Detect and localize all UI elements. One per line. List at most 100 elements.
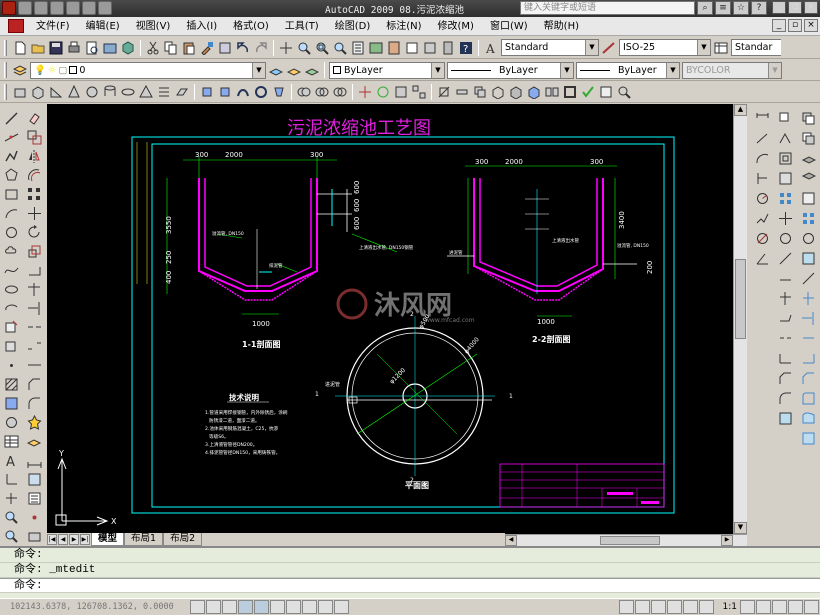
- cut-icon[interactable]: [145, 40, 161, 56]
- region-blue-icon[interactable]: [800, 390, 816, 406]
- command-input[interactable]: 命令:: [0, 578, 820, 593]
- locate-point-icon[interactable]: [26, 509, 42, 525]
- intersect-icon[interactable]: [332, 84, 348, 100]
- undo-arrow-icon[interactable]: [235, 40, 251, 56]
- break-blue-icon[interactable]: [800, 330, 816, 346]
- clean-icon[interactable]: [598, 84, 614, 100]
- 3d-array-icon[interactable]: [411, 84, 427, 100]
- layout-toggle[interactable]: [634, 600, 650, 614]
- restore-button[interactable]: ▫: [788, 1, 802, 14]
- menu-insert[interactable]: 插入(I): [178, 17, 225, 36]
- stretch-right-icon[interactable]: [777, 270, 793, 286]
- copy-icon[interactable]: [163, 40, 179, 56]
- insert-block-icon[interactable]: [3, 319, 19, 335]
- chamfer-blue-icon[interactable]: [800, 370, 816, 386]
- cone-icon[interactable]: [66, 84, 82, 100]
- open-file-icon[interactable]: [30, 40, 46, 56]
- vertical-scroll-thumb[interactable]: [735, 259, 746, 339]
- jogged-dim-icon[interactable]: [754, 210, 770, 226]
- pan-realtime-icon[interactable]: [3, 490, 19, 506]
- search-icon[interactable]: ⌕: [697, 1, 713, 15]
- subtract-icon[interactable]: [314, 84, 330, 100]
- drawing-icon[interactable]: [8, 19, 24, 33]
- explode-right-icon[interactable]: [777, 410, 793, 426]
- extrude-icon[interactable]: [199, 84, 215, 100]
- layer-previous-icon[interactable]: [286, 62, 302, 78]
- calculator-icon[interactable]: [440, 40, 456, 56]
- text-style-icon[interactable]: A: [483, 40, 499, 56]
- arc-icon[interactable]: [3, 205, 19, 221]
- torus-icon[interactable]: [120, 84, 136, 100]
- design-center-icon[interactable]: [368, 40, 384, 56]
- ortho-toggle[interactable]: [222, 600, 237, 614]
- paste-icon[interactable]: [181, 40, 197, 56]
- linear-dim-icon[interactable]: [754, 110, 770, 126]
- diameter-dim-icon[interactable]: [754, 230, 770, 246]
- sheet-set-icon[interactable]: [404, 40, 420, 56]
- edit-solid-icon[interactable]: [616, 84, 632, 100]
- qp-toggle[interactable]: [334, 600, 349, 614]
- doc-close-button[interactable]: ×: [804, 19, 818, 32]
- favorites-icon[interactable]: ☆: [733, 1, 749, 15]
- rotate-right-icon[interactable]: [777, 230, 793, 246]
- pan-status-icon[interactable]: [650, 600, 666, 614]
- save-file-icon[interactable]: [48, 40, 64, 56]
- mirror-right-icon[interactable]: [777, 130, 793, 146]
- send-back-icon[interactable]: [800, 130, 816, 146]
- sphere-icon[interactable]: [84, 84, 100, 100]
- array-icon[interactable]: [26, 186, 42, 202]
- polygon-icon[interactable]: [3, 167, 19, 183]
- horizontal-scroll-thumb[interactable]: [600, 536, 660, 545]
- menu-format[interactable]: 格式(O): [225, 17, 277, 36]
- extend-icon[interactable]: [26, 300, 42, 316]
- zoom-left-icon[interactable]: [3, 509, 19, 525]
- rotate-icon[interactable]: [26, 224, 42, 240]
- distance-icon[interactable]: [26, 452, 42, 468]
- table-style-select[interactable]: Standar: [731, 39, 781, 56]
- lwt-toggle[interactable]: [318, 600, 333, 614]
- pan-icon[interactable]: [278, 40, 294, 56]
- multiline-text-icon[interactable]: A: [3, 452, 19, 468]
- annotation-visibility-icon[interactable]: [740, 600, 755, 614]
- zoom-extents-icon[interactable]: [3, 528, 19, 544]
- save-icon[interactable]: [50, 1, 64, 15]
- dim-style-select[interactable]: ISO-25 ▼: [619, 39, 711, 56]
- annotation-scale[interactable]: 1:1: [723, 602, 737, 612]
- menu-window[interactable]: 窗口(W): [482, 17, 536, 36]
- offset-right-icon[interactable]: [777, 150, 793, 166]
- 3d-move-icon[interactable]: [357, 84, 373, 100]
- tab-first-button[interactable]: |◀: [47, 534, 57, 545]
- tab-next-button[interactable]: ▶: [69, 534, 79, 545]
- mirror-icon[interactable]: [26, 148, 42, 164]
- menu-help[interactable]: 帮助(H): [536, 17, 587, 36]
- print-icon[interactable]: [66, 40, 82, 56]
- copy-object-icon[interactable]: [26, 129, 42, 145]
- layer-states-icon[interactable]: [304, 62, 320, 78]
- loft-icon[interactable]: [271, 84, 287, 100]
- new-icon[interactable]: [18, 1, 32, 15]
- text-style-select[interactable]: Standard ▼: [501, 39, 599, 56]
- table-style-icon[interactable]: [713, 40, 729, 56]
- vertical-scrollbar[interactable]: ▲ ▼: [733, 104, 747, 534]
- markup-icon[interactable]: [422, 40, 438, 56]
- move-right-icon[interactable]: [777, 210, 793, 226]
- extend-blue-icon[interactable]: [800, 310, 816, 326]
- join-right-icon[interactable]: [777, 350, 793, 366]
- drawing-canvas[interactable]: 污泥浓缩池工艺图 300 2000 300 3550 250 400 600 6…: [47, 104, 747, 534]
- qnew-icon[interactable]: [12, 40, 28, 56]
- break-at-point-icon[interactable]: [26, 319, 42, 335]
- make-current-layer-icon[interactable]: [268, 62, 284, 78]
- arc-length-icon[interactable]: [754, 150, 770, 166]
- menu-draw[interactable]: 绘图(D): [327, 17, 379, 36]
- rectangle-icon[interactable]: [3, 186, 19, 202]
- ellipse-icon[interactable]: [3, 281, 19, 297]
- pyramid-icon[interactable]: [138, 84, 154, 100]
- grid-toggle[interactable]: [206, 600, 221, 614]
- region-icon[interactable]: [3, 414, 19, 430]
- trim-right-icon[interactable]: [777, 290, 793, 306]
- properties-icon[interactable]: [350, 40, 366, 56]
- shell-icon[interactable]: [562, 84, 578, 100]
- workspace-icon[interactable]: [772, 600, 787, 614]
- fillet-icon[interactable]: [26, 395, 42, 411]
- help-toolbar-icon[interactable]: ?: [458, 40, 474, 56]
